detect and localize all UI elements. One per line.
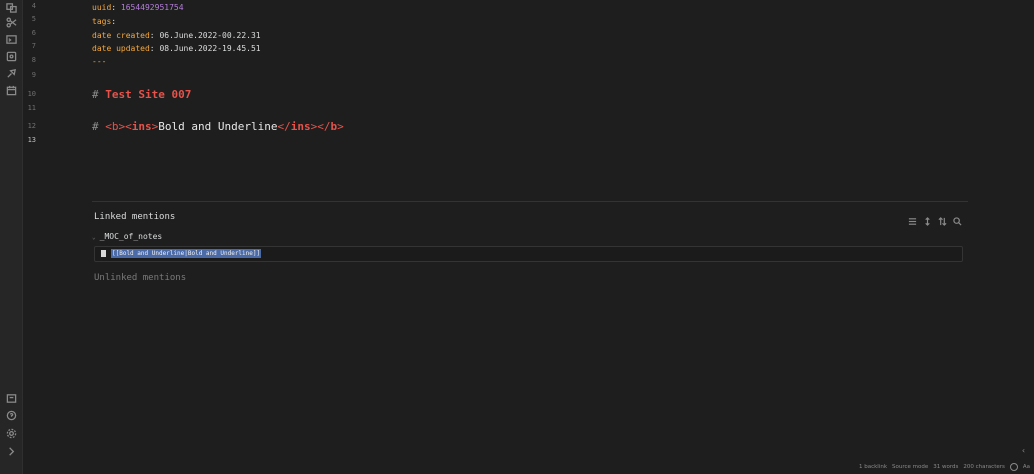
linked-mentions-title[interactable]: Linked mentions [94, 212, 175, 222]
frontmatter-tags[interactable]: tags: [92, 17, 116, 26]
switcher-icon[interactable] [5, 1, 17, 13]
html-tag-close-lt: </ [317, 120, 331, 133]
expand-icon[interactable] [5, 445, 17, 457]
calendar-icon[interactable] [5, 84, 17, 96]
frontmatter-value: 1654492951754 [120, 3, 184, 12]
frontmatter-value: 08.June.2022-19.45.51 [159, 44, 261, 53]
sync-check-icon[interactable] [1009, 463, 1018, 471]
backlink-match[interactable]: [[Bold and Underline|Bold and Underline]… [94, 246, 963, 262]
document-icon [101, 250, 106, 257]
search-icon[interactable] [953, 211, 962, 230]
backlink-match-text: [[Bold and Underline|Bold and Underline]… [111, 249, 262, 258]
status-backlinks[interactable]: 1 backlink [859, 464, 887, 470]
frontmatter-key: tags [92, 17, 112, 26]
terminal-icon[interactable] [5, 33, 17, 45]
frontmatter-value: 06.June.2022-00.22.31 [159, 31, 261, 40]
line-number: 6 [31, 29, 36, 37]
chevron-left-icon[interactable]: ‹ [1021, 446, 1026, 455]
heading-bold-underline[interactable]: # <b><ins>Bold and Underline</ins></b> [92, 120, 344, 133]
line-number: 7 [31, 42, 36, 50]
heading-text: Bold and Underline [158, 120, 278, 133]
frontmatter-date-updated[interactable]: date updated: 08.June.2022-19.45.51 [92, 44, 261, 53]
html-tag-ins-name: ins [131, 120, 152, 133]
frontmatter-end[interactable]: --- [92, 57, 106, 66]
html-tag-ins-name: ins [290, 120, 311, 133]
status-words: 31 words [933, 464, 959, 470]
line-number: 11 [27, 104, 36, 112]
frontmatter-key: date updated [92, 44, 150, 53]
line-number: 8 [31, 56, 36, 64]
heading-hash: # [92, 88, 99, 101]
backlink-file-name: _MOC_of_notes [99, 232, 163, 241]
expand-vertical-icon[interactable] [923, 211, 932, 230]
publish-icon[interactable] [5, 67, 17, 79]
html-tag-b-open: <b> [105, 120, 126, 133]
help-icon[interactable] [5, 409, 17, 421]
status-bar: 1 backlink Source mode 31 words 200 char… [859, 463, 1030, 471]
backlink-file[interactable]: ⌄ _MOC_of_notes [92, 232, 162, 241]
backlinks-panel: Linked mentions ⌄ _MOC_of_notes [[Bold an… [92, 201, 968, 283]
line-number: 4 [31, 2, 36, 10]
unlinked-mentions-title[interactable]: Unlinked mentions [94, 273, 186, 283]
status-font[interactable]: Aa [1023, 464, 1030, 470]
status-mode[interactable]: Source mode [892, 464, 928, 470]
line-number-active: 13 [27, 136, 36, 144]
frontmatter-key: uuid [92, 3, 112, 12]
graph-icon[interactable] [5, 50, 17, 62]
list-icon[interactable] [908, 211, 917, 230]
left-ribbon [0, 0, 23, 474]
settings-icon[interactable] [5, 427, 17, 439]
html-tag-close-lt: </ [277, 120, 291, 133]
sort-icon[interactable] [938, 211, 947, 230]
heading-hash: # [92, 120, 99, 133]
frontmatter-key: date created [92, 31, 150, 40]
line-number: 9 [31, 71, 36, 79]
heading-text: Test Site 007 [105, 88, 192, 101]
html-tag-close-gt: > [337, 120, 344, 133]
status-characters: 200 characters [963, 464, 1005, 470]
chevron-down-icon[interactable]: ⌄ [92, 234, 96, 241]
line-number: 12 [27, 122, 36, 130]
frontmatter-date-created[interactable]: date created: 06.June.2022-00.22.31 [92, 31, 261, 40]
html-tag-ins-lt: < [125, 120, 132, 133]
frontmatter-uuid[interactable]: uuid: 1654492951754 [92, 3, 184, 12]
scissors-icon[interactable] [5, 16, 17, 28]
heading-test-site[interactable]: # Test Site 007 [92, 88, 191, 101]
vault-icon[interactable] [5, 392, 17, 404]
backlinks-toolbar [908, 211, 962, 230]
line-number: 5 [31, 15, 36, 23]
line-number: 10 [27, 90, 36, 98]
